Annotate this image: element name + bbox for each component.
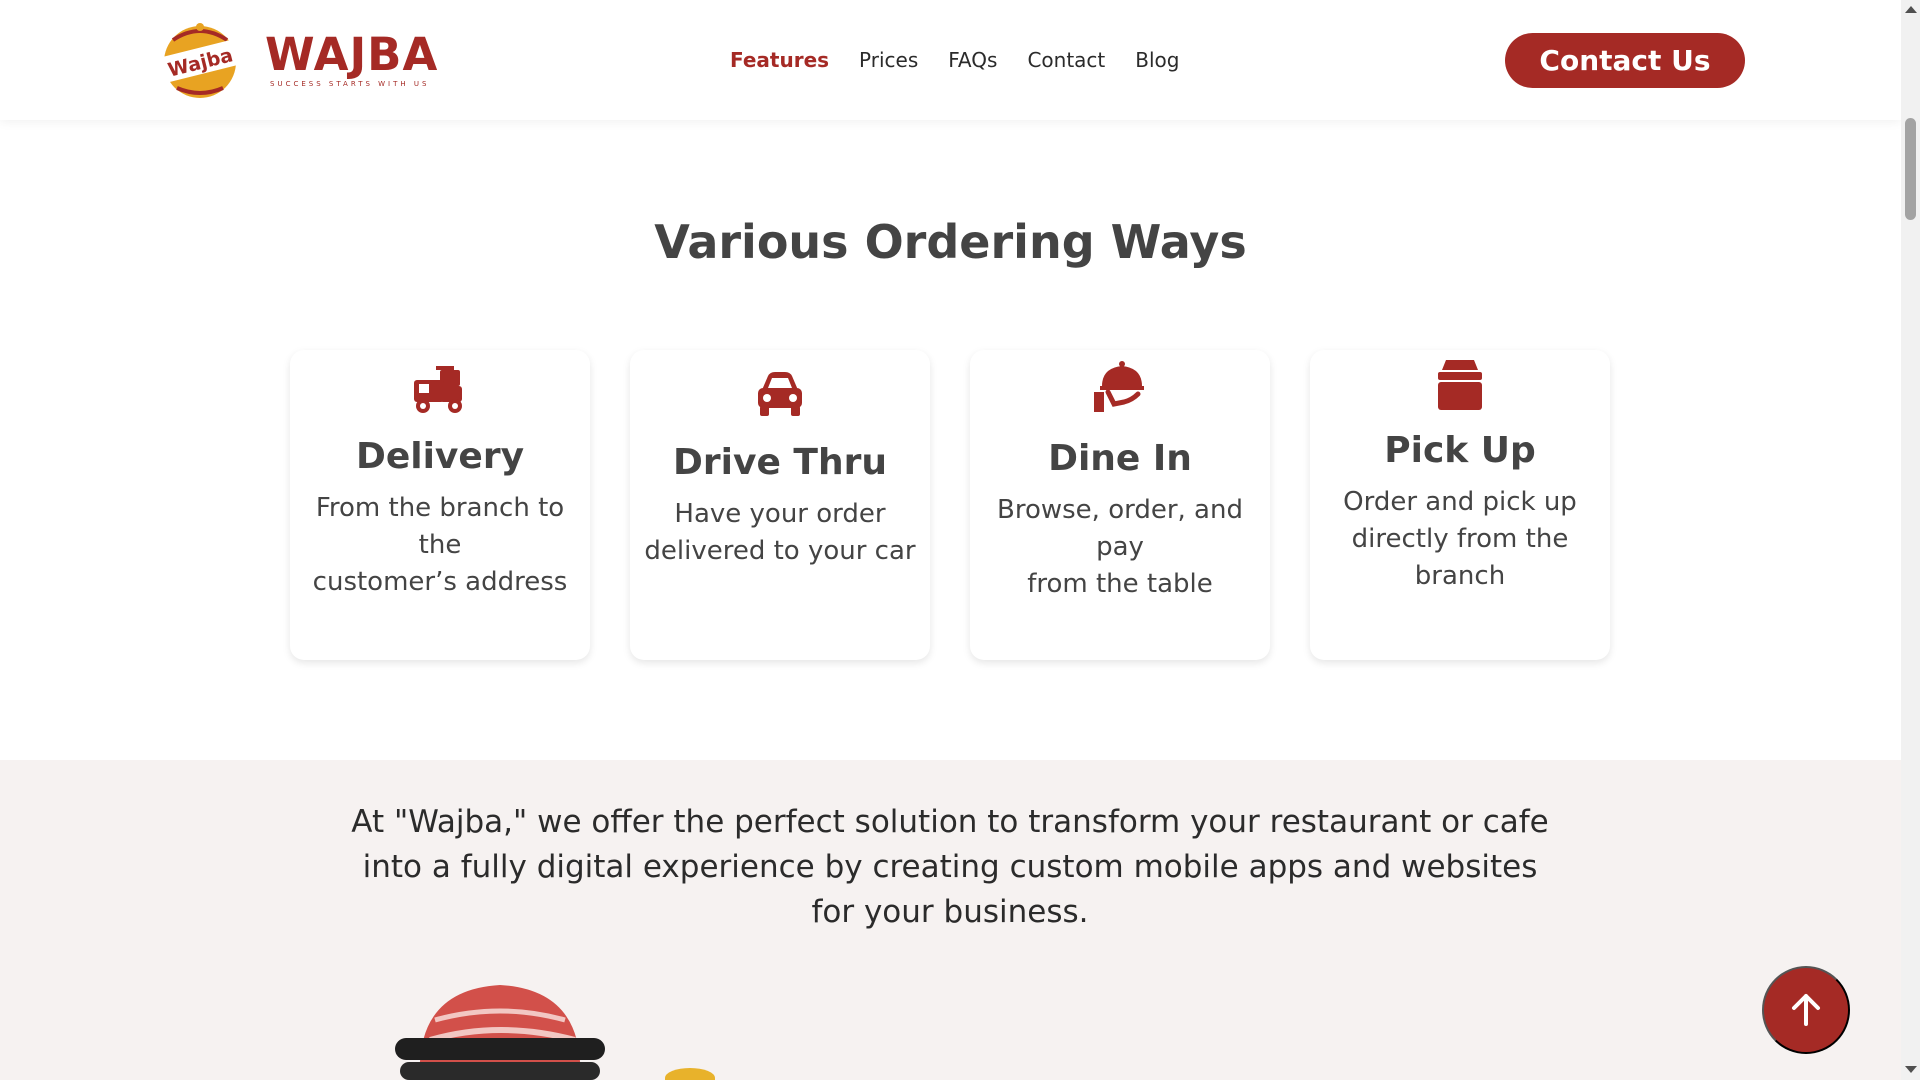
brand-name: WAJBA	[265, 28, 439, 81]
ordering-card-drive-thru: Drive Thru Have your order delivered to …	[630, 350, 930, 660]
nav-prices[interactable]: Prices	[859, 44, 918, 76]
card-text-line: Order and pick up	[1343, 487, 1577, 517]
ordering-card-pick-up: Pick Up Order and pick up directly from …	[1310, 350, 1610, 660]
card-text-line: From the branch to the	[315, 493, 565, 560]
arrow-up-icon	[1792, 994, 1820, 1026]
cloche-serving-icon	[1094, 361, 1144, 412]
nav-faqs[interactable]: FAQs	[948, 44, 997, 76]
card-text-line: Browse, order, and pay	[997, 495, 1243, 562]
page-scrollbar[interactable]	[1901, 0, 1920, 1080]
main-nav: Features Prices FAQs Contact Blog	[730, 44, 1209, 76]
card-title: Drive Thru	[673, 442, 887, 483]
card-text: From the branch to the customer’s addres…	[290, 490, 590, 601]
scroll-to-top-button[interactable]	[1762, 966, 1850, 1054]
card-text: Have your order delivered to your car	[630, 496, 930, 570]
nav-contact[interactable]: Contact	[1027, 44, 1105, 76]
page: Wajba WAJBA SUCCESS STARTS WITH US Featu…	[0, 0, 1901, 1080]
scrollbar-thumb[interactable]	[1905, 118, 1916, 220]
intro-line: At "Wajba," we offer the perfect solutio…	[351, 804, 1549, 840]
box-icon	[1438, 360, 1482, 410]
nav-blog[interactable]: Blog	[1135, 44, 1179, 76]
person-illustration	[395, 985, 605, 1080]
card-text-line: delivered to your car	[644, 536, 916, 566]
nav-features[interactable]: Features	[730, 44, 829, 76]
card-text-line: branch	[1414, 561, 1506, 591]
card-text-line: customer’s address	[312, 567, 568, 597]
contact-us-button[interactable]: Contact Us	[1505, 33, 1745, 88]
card-text-line: Have your order	[674, 499, 886, 529]
site-header: Wajba WAJBA SUCCESS STARTS WITH US Featu…	[0, 0, 1901, 120]
card-title: Pick Up	[1384, 430, 1536, 471]
intro-line: into a fully digital experience by creat…	[362, 849, 1538, 885]
logo[interactable]: Wajba WAJBA SUCCESS STARTS WITH US	[155, 18, 445, 102]
card-title: Dine In	[1048, 438, 1192, 479]
card-text-line: from the table	[1027, 569, 1213, 599]
section-title: Various Ordering Ways	[654, 215, 1247, 269]
card-text-line: directly from the	[1351, 524, 1569, 554]
card-title: Delivery	[355, 436, 525, 477]
ordering-card-dine-in: Dine In Browse, order, and pay from the …	[970, 350, 1270, 660]
brand-tagline: SUCCESS STARTS WITH US	[270, 80, 430, 88]
wajba-badge-icon: Wajba	[158, 23, 242, 98]
intro-paragraph: At "Wajba," we offer the perfect solutio…	[350, 800, 1550, 935]
scroll-up-arrow-icon[interactable]	[1905, 6, 1917, 13]
delivery-truck-icon	[414, 366, 462, 413]
intro-line: for your business.	[811, 894, 1089, 930]
ordering-card-delivery: Delivery From the branch to the customer…	[290, 350, 590, 660]
card-text: Order and pick up directly from the bran…	[1310, 484, 1610, 595]
scroll-down-arrow-icon[interactable]	[1905, 1066, 1917, 1073]
card-text: Browse, order, and pay from the table	[970, 492, 1270, 603]
car-icon	[758, 372, 802, 416]
